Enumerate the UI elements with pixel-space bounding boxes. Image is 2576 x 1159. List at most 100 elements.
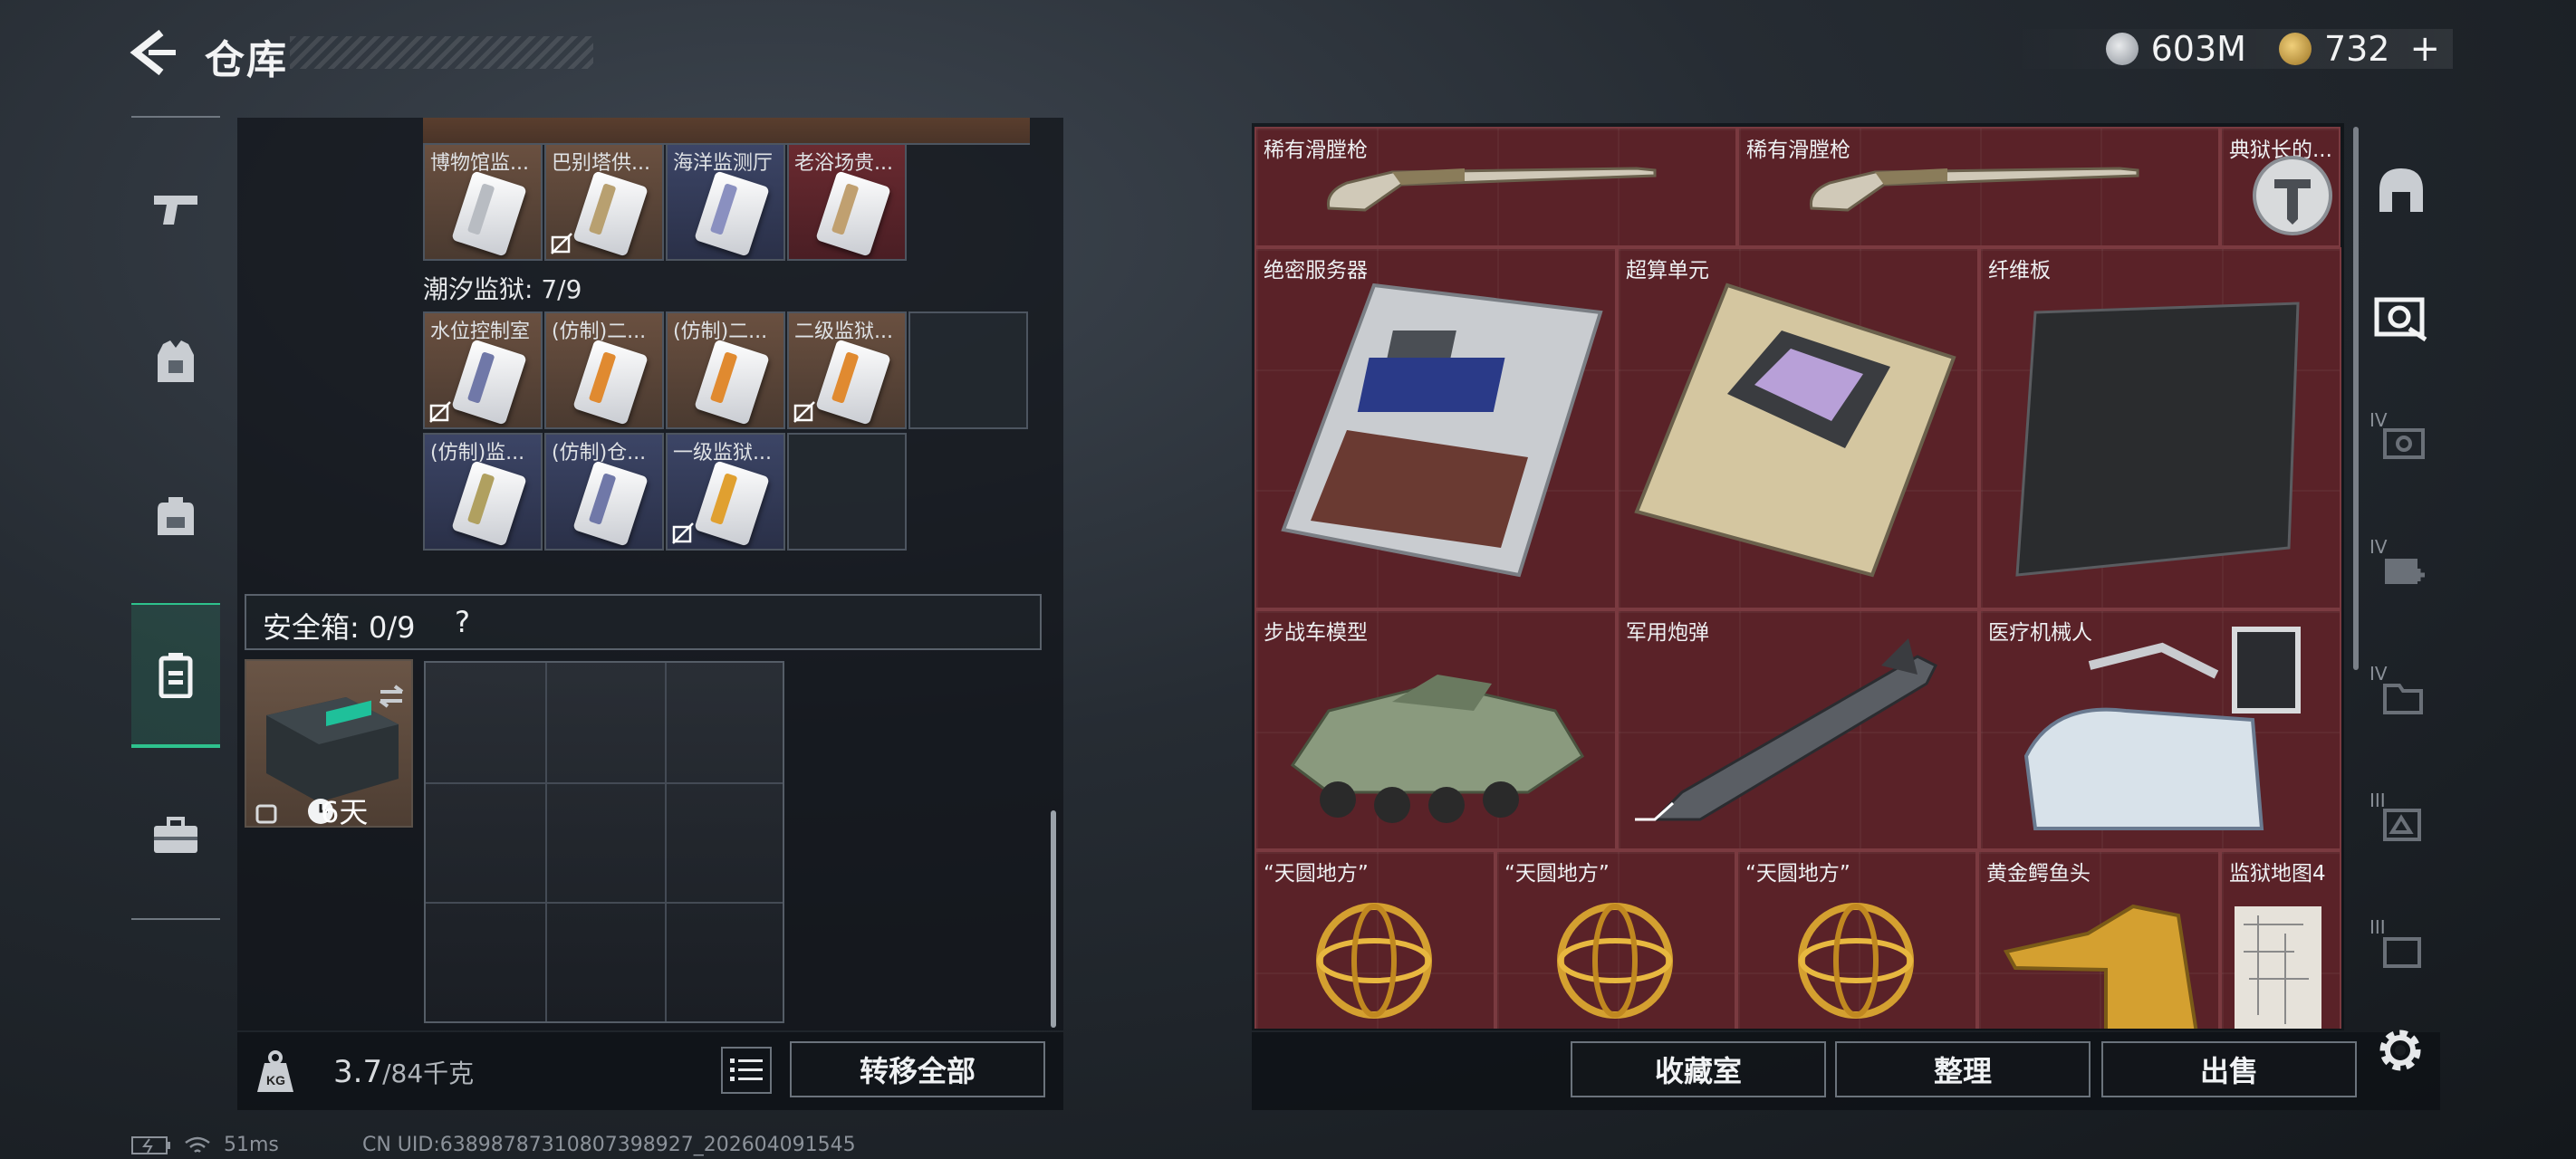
category-toolbox[interactable] [131,762,220,907]
silver-currency-value: 603M [2150,29,2246,69]
ifv-model-icon [1290,675,1585,823]
user-uid: CN UID:638987873108073989​27_20260409154… [362,1134,856,1156]
stash-item[interactable]: “天圆地方” [1495,850,1736,1029]
no-drop-icon [672,522,694,544]
empty-slot[interactable] [787,433,907,551]
category-backpack[interactable] [131,444,220,589]
keycard-slot[interactable]: 博物馆监... [423,143,543,261]
armillary-sphere-icon [1316,903,1432,1019]
inventory-scrollbar[interactable] [1051,810,1056,1028]
keycard-slot[interactable]: 一级监狱... [666,433,785,551]
safe-box-grid[interactable] [424,661,784,1023]
keycard-slot[interactable]: 二级监狱... [787,311,907,429]
stash-item[interactable]: 医疗机械人 [1979,609,2341,850]
filter-tier-iv-c[interactable]: IV [2362,643,2440,752]
briefcase-icon [154,817,197,853]
wifi-icon [185,1136,210,1153]
stash-item[interactable]: 黄金鳄鱼头 [1977,850,2220,1029]
stash-item[interactable]: “天圆地方” [1736,850,1977,1029]
kg-weight-icon: KG [257,1050,293,1092]
back-button[interactable] [129,27,179,78]
stash-filter-bar: IV IV IV III III [2362,127,2440,1032]
transfer-all-button[interactable]: 转移全部 [790,1041,1045,1097]
clipped-item-row [423,118,1030,145]
keycard-icon [694,339,770,426]
category-safe-box[interactable] [131,603,220,748]
stash-item[interactable]: 监狱地图4 [2220,850,2341,1029]
collection-room-button[interactable]: 收藏室 [1571,1041,1826,1097]
musket-icon [1326,167,1657,212]
stash-grid: 稀有滑膛枪 稀有滑膛枪 典狱长的... 绝密服务器 超算单元 纤维板 步战车模型… [1254,127,2341,1029]
weight-icon: KG [252,1049,299,1096]
ping-value: 51ms [224,1134,279,1156]
currency-bar: 603M 732 + [2009,28,2453,70]
stash-item[interactable]: 稀有滑膛枪 [1737,127,2220,247]
category-armor[interactable] [131,290,220,435]
prison-map-icon [2235,906,2321,1029]
no-drop-icon [429,401,451,423]
keycard-slot[interactable]: 巴别塔供... [544,143,664,261]
keycard-icon [572,339,649,426]
silver-coin-icon [2105,33,2139,65]
keycard-icon [815,170,891,257]
stash-item[interactable]: 绝密服务器 [1254,247,1617,609]
medical-robot-icon [2023,627,2301,830]
stash-scrollbar[interactable] [2353,127,2359,670]
keycard-slot[interactable]: (仿制)二... [666,311,785,429]
safe-box-capacity: 安全箱: 0/9 [263,610,416,645]
safe-box-help-button[interactable]: ? [455,605,470,639]
category-weapons[interactable] [131,136,220,281]
filter-all[interactable] [2362,136,2440,244]
fiber-board-icon [2015,302,2300,577]
safe-box-duration: 6天 [321,795,369,829]
gun-icon [154,196,197,225]
stash-item[interactable]: 军用炮弹 [1617,609,1979,850]
filter-tier-iii-a[interactable]: III [2362,770,2440,878]
keycard-slot[interactable]: (仿制)二... [544,311,664,429]
stash-item[interactable]: 稀有滑膛枪 [1254,127,1737,247]
filter-tier-iii-b[interactable]: III [2362,896,2440,1005]
warden-badge-icon [2253,156,2332,235]
keycard-slot[interactable]: (仿制)仓... [544,433,664,551]
back-arrow-icon [130,29,176,76]
add-currency-button[interactable]: + [2409,28,2440,70]
title-decoration [290,36,593,69]
keycard-icon [451,460,527,547]
keycard-icon [572,170,649,257]
filter-tier-iv-b[interactable]: IV [2362,516,2440,625]
keycard-slot[interactable]: 老浴场贵... [787,143,907,261]
stash-item[interactable]: 纤维板 [1979,247,2341,609]
stash-item[interactable]: 超算单元 [1617,247,1979,609]
stash-item[interactable]: 典狱长的... [2220,127,2341,247]
sell-button[interactable]: 出售 [2101,1041,2357,1097]
vest-icon [158,340,194,382]
list-view-button[interactable] [721,1047,772,1094]
no-drop-icon [793,401,815,423]
backpack-icon [158,497,194,535]
keycard-slot[interactable]: (仿制)监... [423,433,543,551]
tidal-prison-label: 潮汐监狱: 7/9 [423,274,582,304]
device-status-bar: 51ms [131,1134,279,1156]
gold-coin-icon [2278,33,2312,65]
battery-icon [131,1135,170,1154]
sort-button[interactable]: 整理 [1835,1041,2091,1097]
no-drop-icon [551,233,572,254]
settings-button[interactable] [2371,1021,2429,1079]
keycard-icon [451,170,527,257]
stash-item[interactable]: “天圆地方” [1254,850,1495,1029]
filter-valuables[interactable] [2362,263,2440,371]
musket-icon [1809,167,2139,212]
carry-weight: 3.7/84千克 [333,1054,475,1090]
list-icon [730,1058,763,1081]
keycard-slot[interactable]: 水位控制室 [423,311,543,429]
empty-slot[interactable] [908,311,1028,429]
artillery-shell-icon [1635,638,1938,821]
gold-currency-value: 732 [2323,29,2390,69]
keycard-icon [815,339,891,426]
keycard-slot[interactable]: 海洋监测厅 [666,143,785,261]
gear-icon [2379,1030,2421,1071]
supercomputer-unit-icon [1634,283,1956,578]
keycard-icon [694,170,770,257]
stash-item[interactable]: 步战车模型 [1254,609,1617,850]
filter-tier-iv-a[interactable]: IV [2362,389,2440,498]
